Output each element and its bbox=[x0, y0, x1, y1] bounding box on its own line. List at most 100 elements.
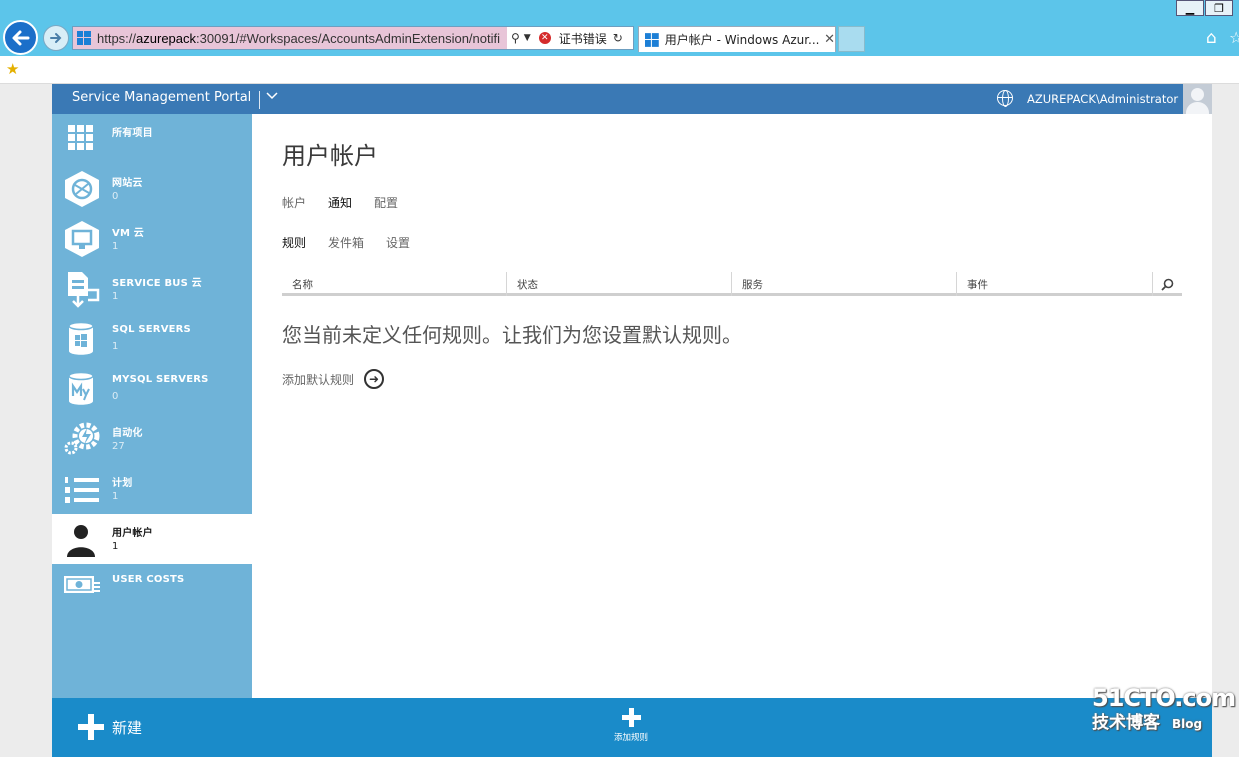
sidebar-item-count: 1 bbox=[112, 541, 119, 552]
sidebar-item-automation[interactable]: 自动化 27 bbox=[52, 414, 252, 464]
grid-icon bbox=[68, 125, 93, 150]
sidebar-item-all-items[interactable]: 所有项目 bbox=[52, 114, 252, 164]
sidebar-item-label: 所有项目 bbox=[112, 128, 153, 139]
arrow-left-icon bbox=[12, 30, 29, 45]
service-bus-icon bbox=[68, 272, 100, 308]
tab-accounts[interactable]: 帐户 bbox=[282, 194, 306, 211]
sidebar-item-label: SERVICE BUS 云 bbox=[112, 278, 202, 289]
money-icon bbox=[64, 576, 100, 593]
tab-title: 用户帐户 - Windows Azur... bbox=[664, 33, 820, 47]
windows-logo-icon bbox=[77, 31, 91, 45]
address-bar[interactable]: https://azurepack:30091/#Workspaces/Acco… bbox=[72, 26, 634, 50]
watermark-blog-label: 技术博客 bbox=[1092, 713, 1160, 733]
automation-gear-icon bbox=[64, 422, 100, 455]
watermark: 51CTO.com 技术博客 Blog bbox=[1092, 684, 1236, 733]
subtab-settings[interactable]: 设置 bbox=[386, 234, 410, 251]
sidebar-item-sql-servers[interactable]: SQL SERVERS 1 bbox=[52, 314, 252, 364]
new-button-label: 新建 bbox=[112, 718, 143, 737]
plus-icon bbox=[78, 714, 104, 740]
column-header-event[interactable]: 事件 bbox=[957, 272, 1153, 296]
add-default-rules-label[interactable]: 添加默认规则 bbox=[282, 371, 354, 388]
sidebar-item-label: VM 云 bbox=[112, 228, 144, 239]
watermark-blog-en: Blog bbox=[1172, 717, 1203, 731]
user-icon bbox=[67, 525, 95, 557]
primary-tabs: 帐户 通知 配置 bbox=[282, 194, 398, 211]
windows-logo-icon bbox=[645, 32, 659, 47]
sidebar-item-web-sites[interactable]: 网站云 0 bbox=[52, 164, 252, 214]
restore-button[interactable]: ❐ bbox=[1205, 0, 1233, 16]
sidebar-item-label: USER COSTS bbox=[112, 574, 185, 585]
search-icon[interactable]: ⚲ bbox=[511, 31, 520, 45]
page-title: 用户帐户 bbox=[282, 142, 378, 170]
sidebar-item-label: SQL SERVERS bbox=[112, 324, 191, 335]
portal-title[interactable]: Service Management Portal bbox=[72, 90, 251, 105]
website-icon bbox=[65, 171, 99, 207]
cert-error-indicator[interactable]: ✕ 证书错误 bbox=[538, 30, 607, 47]
sidebar-item-vm-clouds[interactable]: VM 云 1 bbox=[52, 214, 252, 264]
subtab-outbox[interactable]: 发件箱 bbox=[328, 234, 364, 251]
refresh-icon[interactable]: ↻ bbox=[613, 31, 623, 45]
user-name[interactable]: AZUREPACK\Administrator bbox=[1027, 92, 1178, 106]
header-divider bbox=[259, 91, 260, 109]
sidebar-item-count: 0 bbox=[112, 391, 119, 402]
arrow-right-icon bbox=[50, 33, 62, 43]
tab-notifications[interactable]: 通知 bbox=[328, 194, 352, 211]
sidebar-item-count: 1 bbox=[112, 491, 119, 502]
sidebar-item-count: 1 bbox=[112, 241, 119, 252]
portal-header: Service Management Portal AZUREPACK\Admi… bbox=[52, 84, 1212, 114]
sidebar-item-count: 27 bbox=[112, 441, 125, 452]
arrow-right-circle-icon[interactable]: ➜ bbox=[364, 369, 385, 389]
back-button[interactable] bbox=[3, 20, 38, 55]
favorites-star-icon[interactable]: ☆ bbox=[1229, 28, 1239, 47]
add-favorite-icon[interactable]: ★ bbox=[6, 60, 19, 78]
empty-state-message: 您当前未定义任何规则。让我们为您设置默认规则。 bbox=[282, 323, 742, 347]
grid-search-button[interactable] bbox=[1152, 272, 1182, 296]
plus-icon bbox=[621, 708, 641, 727]
search-icon bbox=[1160, 278, 1173, 291]
sidebar-item-label: 自动化 bbox=[112, 428, 143, 439]
column-header-service[interactable]: 服务 bbox=[732, 272, 957, 296]
secondary-tabs: 规则 发件箱 设置 bbox=[282, 234, 410, 251]
command-bar: 新建 添加规则 bbox=[52, 698, 1212, 757]
browser-chrome: ▁ ❐ https://azurepack:30091/#Workspaces/… bbox=[0, 0, 1239, 84]
sidebar-item-mysql-servers[interactable]: MYSQL SERVERS 0 bbox=[52, 364, 252, 414]
portal-window: Service Management Portal AZUREPACK\Admi… bbox=[52, 84, 1212, 757]
add-default-rules-link[interactable]: 添加默认规则 ➜ bbox=[282, 369, 385, 389]
sidebar-item-label: 计划 bbox=[112, 478, 133, 489]
sql-database-icon bbox=[68, 321, 94, 355]
sidebar-item-count: 1 bbox=[112, 291, 119, 302]
sidebar-item-count: 1 bbox=[112, 341, 119, 352]
globe-icon[interactable] bbox=[997, 90, 1013, 107]
sidebar-item-label: 用户帐户 bbox=[112, 528, 153, 539]
home-icon[interactable]: ⌂ bbox=[1206, 28, 1217, 48]
minimize-button[interactable]: ▁ bbox=[1176, 0, 1204, 16]
add-rule-button[interactable]: 添加规则 bbox=[607, 708, 655, 743]
sidebar-item-plans[interactable]: 计划 1 bbox=[52, 464, 252, 514]
numbered-list-icon bbox=[65, 477, 99, 503]
chevron-down-icon[interactable] bbox=[266, 89, 278, 104]
forward-button[interactable] bbox=[43, 25, 69, 51]
new-button[interactable]: 新建 bbox=[78, 714, 142, 740]
favorites-bar: ★ bbox=[0, 56, 1239, 84]
error-icon: ✕ bbox=[538, 32, 551, 44]
subtab-rules[interactable]: 规则 bbox=[282, 234, 306, 251]
mysql-database-icon bbox=[68, 371, 94, 405]
sidebar-item-count: 0 bbox=[112, 191, 119, 202]
column-header-name[interactable]: 名称 bbox=[282, 272, 507, 296]
close-tab-icon[interactable]: ✕ bbox=[824, 32, 835, 47]
url-text: https://azurepack:30091/#Workspaces/Acco… bbox=[97, 30, 500, 46]
monitor-icon bbox=[65, 221, 99, 257]
cert-error-label: 证书错误 bbox=[558, 31, 607, 46]
sidebar-item-user-costs[interactable]: USER COSTS bbox=[52, 564, 252, 614]
sidebar-item-service-bus[interactable]: SERVICE BUS 云 1 bbox=[52, 264, 252, 314]
avatar[interactable] bbox=[1183, 84, 1212, 114]
dropdown-chevron-icon[interactable]: ▼ bbox=[524, 33, 531, 43]
url-field[interactable]: https://azurepack:30091/#Workspaces/Acco… bbox=[73, 27, 507, 49]
add-rule-label: 添加规则 bbox=[613, 733, 648, 743]
sidebar-item-user-accounts[interactable]: 用户帐户 1 bbox=[52, 514, 252, 564]
browser-titlebar: ▁ ❐ https://azurepack:30091/#Workspaces/… bbox=[0, 0, 1239, 56]
new-tab-button[interactable] bbox=[838, 26, 865, 52]
tab-configure[interactable]: 配置 bbox=[374, 194, 398, 211]
column-header-status[interactable]: 状态 bbox=[507, 272, 732, 296]
browser-tab[interactable]: 用户帐户 - Windows Azur... ✕ bbox=[638, 26, 836, 52]
